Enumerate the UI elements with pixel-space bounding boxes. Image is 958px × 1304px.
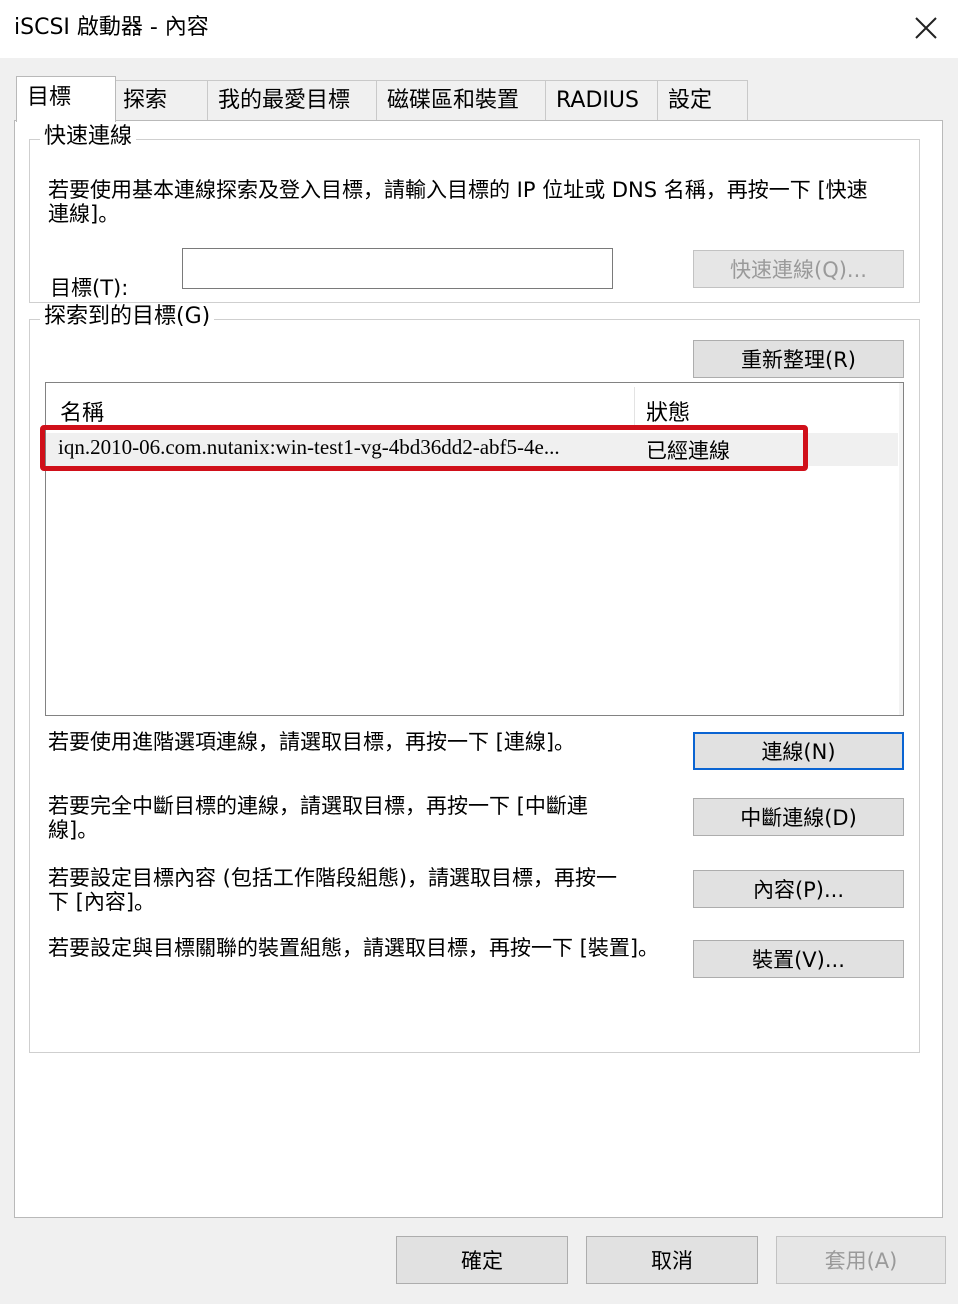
ok-button-label: 確定 [461, 1249, 503, 1273]
devices-button-label: 裝置(V)... [752, 948, 845, 972]
list-scrollbar-track [899, 383, 903, 715]
disconnect-button[interactable]: 中斷連線(D) [693, 798, 904, 836]
target-label: 目標(T): [50, 276, 129, 300]
devices-button[interactable]: 裝置(V)... [693, 940, 904, 978]
apply-button[interactable]: 套用(A) [776, 1236, 946, 1284]
tab-label: 磁碟區和裝置 [387, 88, 520, 113]
discovered-targets-legend: 探索到的目標(G) [40, 303, 215, 331]
quick-connect-button[interactable]: 快速連線(Q)... [693, 250, 904, 288]
properties-button-label: 內容(P)... [752, 878, 845, 902]
tab-volumes-devices[interactable]: 磁碟區和裝置 [376, 80, 546, 120]
tab-favorite-targets[interactable]: 我的最愛目標 [207, 80, 377, 120]
ok-button[interactable]: 確定 [396, 1236, 568, 1284]
devices-description: 若要設定與目標關聯的裝置組態，請選取目標，再按一下 [裝置]。 [48, 936, 660, 960]
refresh-button[interactable]: 重新整理(R) [693, 340, 904, 378]
discovered-targets-group: 探索到的目標(G) 重新整理(R) 名稱 狀態 iqn.2010-06.com.… [29, 303, 920, 1053]
quick-connect-legend: 快速連線 [40, 123, 137, 151]
refresh-button-label: 重新整理(R) [741, 348, 856, 372]
target-status-cell: 已經連線 [646, 439, 730, 463]
tab-label: 探索 [123, 88, 168, 113]
tab-label: 目標 [27, 85, 72, 110]
tab-panel-targets: 快速連線 若要使用基本連線探索及登入目標，請輸入目標的 IP 位址或 DNS 名… [14, 120, 943, 1218]
close-icon [915, 17, 937, 39]
tab-label: 設定 [668, 88, 713, 113]
quick-connect-button-label: 快速連線(Q)... [730, 258, 867, 282]
tab-discovery[interactable]: 探索 [112, 80, 208, 120]
connect-button-label: 連線(N) [761, 740, 836, 764]
window-title: iSCSI 啟動器 - 內容 [14, 15, 209, 40]
cancel-button[interactable]: 取消 [586, 1236, 758, 1284]
list-header: 名稱 狀態 [46, 383, 898, 429]
column-divider[interactable] [634, 387, 635, 427]
tab-settings[interactable]: 設定 [657, 80, 748, 120]
tab-label: 我的最愛目標 [218, 88, 351, 113]
disconnect-button-label: 中斷連線(D) [740, 806, 857, 830]
quick-connect-group: 快速連線 若要使用基本連線探索及登入目標，請輸入目標的 IP 位址或 DNS 名… [29, 123, 920, 303]
title-bar: iSCSI 啟動器 - 內容 [0, 0, 958, 58]
quick-connect-description: 若要使用基本連線探索及登入目標，請輸入目標的 IP 位址或 DNS 名稱，再按一… [48, 178, 868, 226]
disconnect-description: 若要完全中斷目標的連線，請選取目標，再按一下 [中斷連線]。 [48, 794, 588, 842]
connect-description: 若要使用進階選項連線，請選取目標，再按一下 [連線]。 [48, 730, 576, 754]
column-header-name[interactable]: 名稱 [60, 395, 104, 427]
tab-label: RADIUS [556, 88, 639, 113]
close-button[interactable] [902, 6, 950, 50]
target-name-cell: iqn.2010-06.com.nutanix:win-test1-vg-4bd… [58, 435, 560, 459]
cancel-button-label: 取消 [651, 1249, 693, 1273]
properties-description: 若要設定目標內容 (包括工作階段組態)，請選取目標，再按一下 [內容]。 [48, 866, 618, 914]
apply-button-label: 套用(A) [824, 1249, 898, 1273]
tab-radius[interactable]: RADIUS [545, 80, 658, 120]
target-input[interactable] [182, 248, 613, 289]
properties-button[interactable]: 內容(P)... [693, 870, 904, 908]
connect-button[interactable]: 連線(N) [693, 732, 904, 770]
table-row[interactable]: iqn.2010-06.com.nutanix:win-test1-vg-4bd… [46, 433, 898, 466]
column-header-status[interactable]: 狀態 [646, 395, 690, 427]
targets-list[interactable]: 名稱 狀態 iqn.2010-06.com.nutanix:win-test1-… [45, 382, 904, 716]
tab-targets[interactable]: 目標 [16, 76, 116, 122]
